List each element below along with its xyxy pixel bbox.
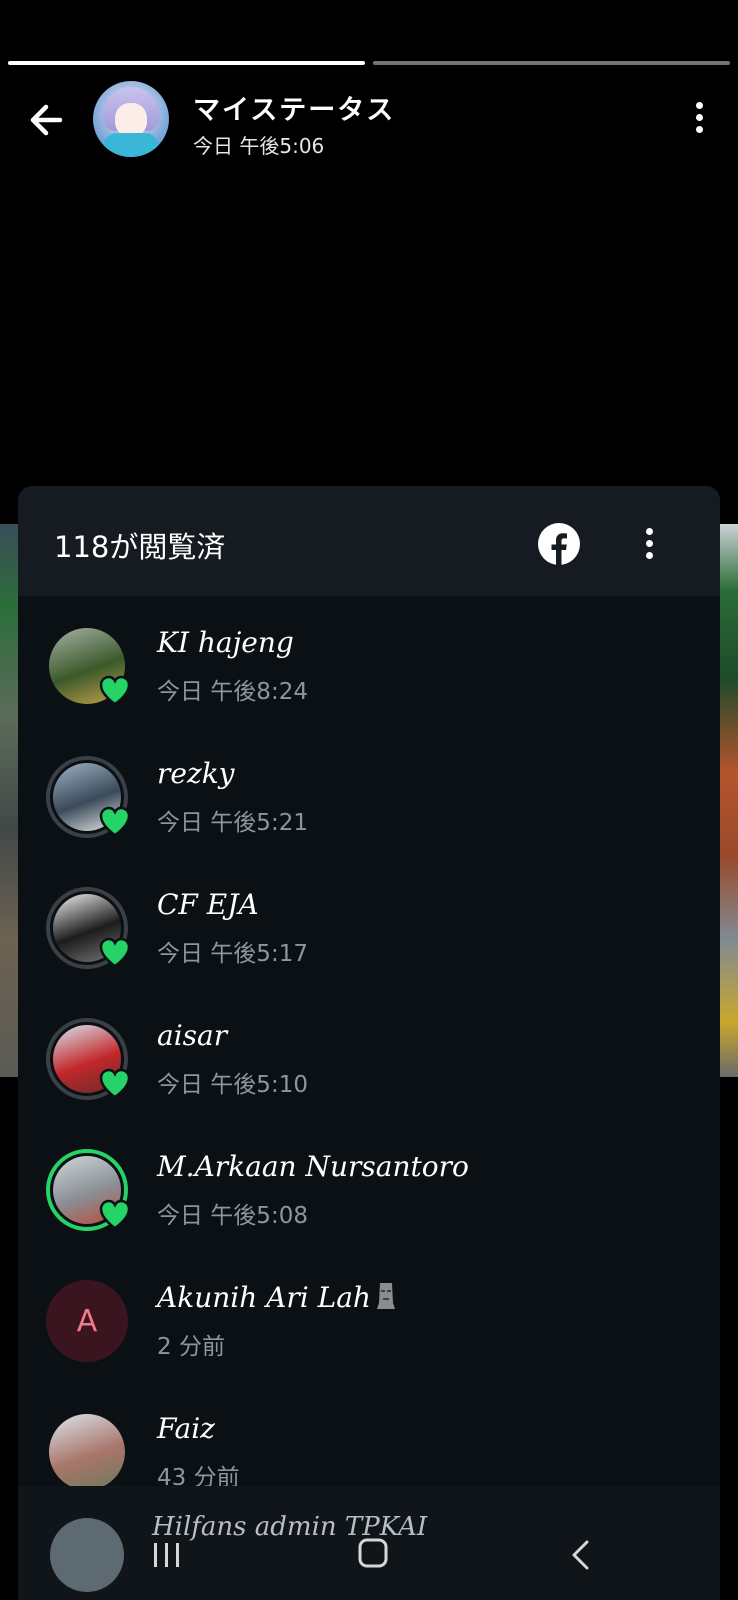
viewed-time: 今日 午後5:21 xyxy=(157,810,308,836)
viewer-name: Akunih Ari Lah xyxy=(157,1281,397,1314)
viewer-name-text: rezky xyxy=(157,757,235,790)
sheet-more-options-icon[interactable] xyxy=(644,528,654,564)
viewer-name-text: Akunih Ari Lah xyxy=(157,1281,371,1314)
avatar: A xyxy=(46,1280,128,1362)
progress-segment-2 xyxy=(373,61,730,65)
viewer-list: KI hajeng 今日 午後8:24 rezky 今日 午後5:21 CF EJA 今日… xyxy=(18,596,720,1513)
list-item[interactable]: aisar 今日 午後5:10 xyxy=(18,989,720,1120)
viewed-time: 今日 午後5:17 xyxy=(157,941,308,967)
status-image-right-edge xyxy=(718,524,738,1077)
viewer-name-text: CF EJA xyxy=(157,888,259,921)
moai-emoji-icon xyxy=(376,1283,395,1309)
heart-icon xyxy=(99,937,131,968)
list-item[interactable]: KI hajeng 今日 午後8:24 xyxy=(18,596,720,727)
viewed-time: 2 分前 xyxy=(157,1334,225,1360)
recent-apps-icon[interactable] xyxy=(150,1540,184,1570)
heart-icon xyxy=(99,806,131,837)
page-title: マイステータス xyxy=(193,95,396,126)
viewers-sheet: 118が閲覧済 KI hajeng 今日 午後8:24 rezky 今日 午後5:21… xyxy=(18,486,720,1600)
list-item[interactable]: A Akunih Ari Lah 2 分前 xyxy=(18,1251,720,1382)
list-item[interactable]: M.Arkaan Nursantoro 今日 午後5:08 xyxy=(18,1120,720,1251)
viewers-sheet-header: 118が閲覧済 xyxy=(18,486,720,596)
viewer-name: KI hajeng xyxy=(157,626,294,659)
facebook-icon[interactable] xyxy=(538,523,580,565)
viewer-name-text: M.Arkaan Nursantoro xyxy=(157,1150,469,1183)
status-image-left-edge xyxy=(0,524,20,1077)
status-time: 今日 午後5:06 xyxy=(193,134,325,158)
viewer-name: CF EJA xyxy=(157,888,259,921)
viewer-name: rezky xyxy=(157,757,235,790)
more-options-icon[interactable] xyxy=(694,102,704,138)
viewed-time: 今日 午後5:08 xyxy=(157,1203,308,1229)
list-item[interactable]: CF EJA 今日 午後5:17 xyxy=(18,858,720,989)
heart-icon xyxy=(99,675,131,706)
nav-back-icon[interactable] xyxy=(568,1538,592,1572)
system-navigation-bar xyxy=(0,1530,738,1600)
status-header: マイステータス 今日 午後5:06 xyxy=(0,78,738,162)
avatar[interactable] xyxy=(93,81,169,157)
home-icon[interactable] xyxy=(356,1536,390,1570)
viewer-name-text: KI hajeng xyxy=(157,626,294,659)
heart-icon xyxy=(99,1199,131,1230)
viewer-name-text: Faiz xyxy=(157,1412,215,1445)
list-item[interactable]: rezky 今日 午後5:21 xyxy=(18,727,720,858)
viewer-name-text: aisar xyxy=(157,1019,228,1052)
back-arrow-icon[interactable] xyxy=(24,98,68,142)
progress-segment-1 xyxy=(8,61,365,65)
heart-icon xyxy=(99,1068,131,1099)
status-progress xyxy=(8,61,730,65)
viewed-time: 今日 午後8:24 xyxy=(157,679,308,705)
viewer-name: Faiz xyxy=(157,1412,215,1445)
viewer-name: M.Arkaan Nursantoro xyxy=(157,1150,469,1183)
view-count: 118が閲覧済 xyxy=(54,530,226,564)
avatar xyxy=(46,1411,128,1493)
viewer-name: aisar xyxy=(157,1019,227,1052)
viewed-time: 今日 午後5:10 xyxy=(157,1072,308,1098)
